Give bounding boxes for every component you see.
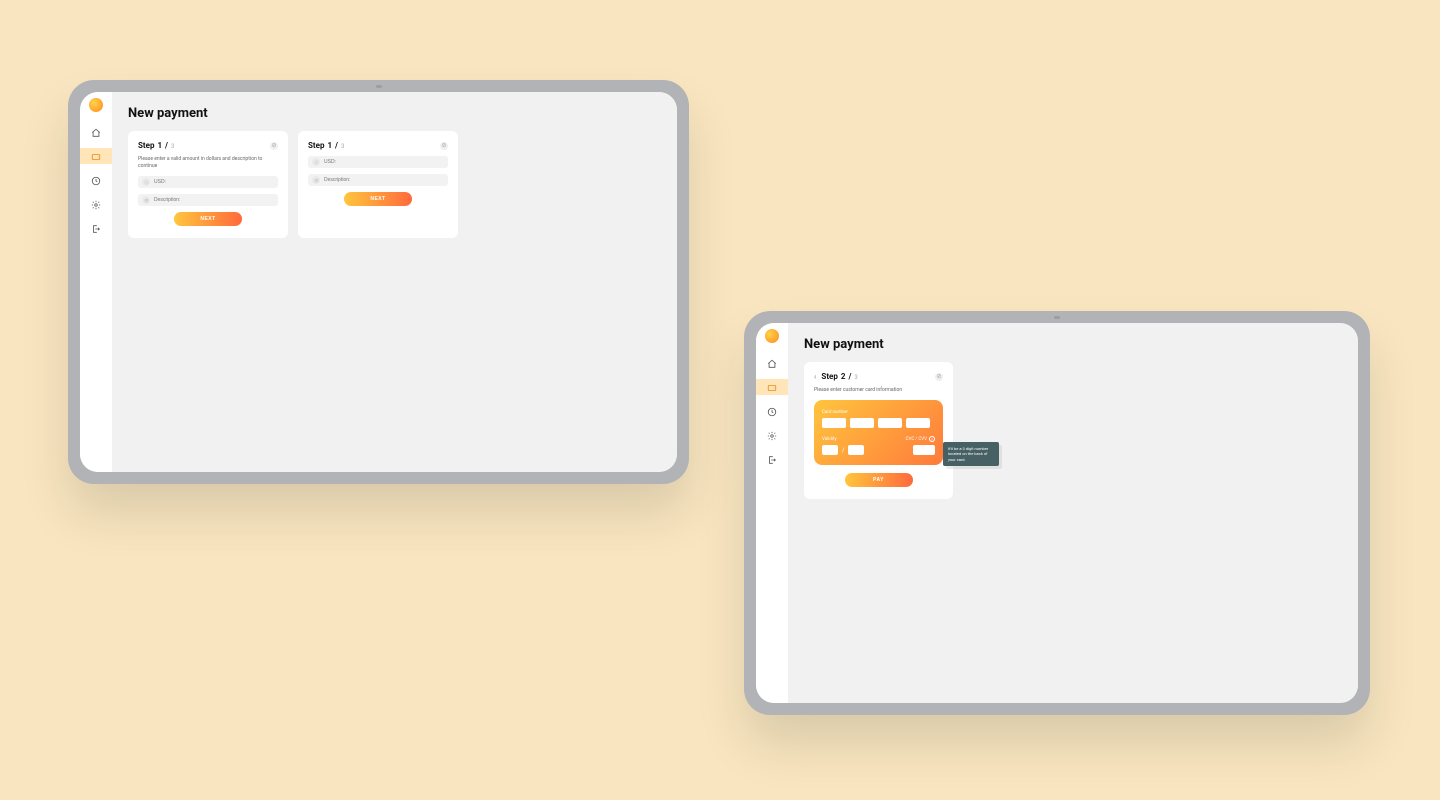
screen-a: New payment Step 1 / 3 ⊘ Please enter a … <box>80 92 677 472</box>
page-title: New payment <box>128 106 661 121</box>
wallet-icon <box>91 147 101 166</box>
sidebar <box>80 92 112 472</box>
sidebar-item-logout[interactable] <box>756 451 788 467</box>
step-current: 1 <box>327 141 332 150</box>
step2-instruction: Please enter customer card information <box>814 387 943 394</box>
cvc-tooltip: It'll be a 3 digit number located on the… <box>943 442 999 466</box>
description-input[interactable] <box>324 177 444 183</box>
description-input[interactable] <box>154 197 274 203</box>
cvc-input[interactable] <box>913 445 935 455</box>
sidebar-item-wallet[interactable] <box>80 148 112 164</box>
content-area: New payment ‹ Step 2 / 3 ⊘ Please enter … <box>788 323 1358 703</box>
currency-icon <box>142 178 150 186</box>
description-field[interactable] <box>138 194 278 206</box>
logout-icon <box>767 450 777 469</box>
next-button[interactable]: NEXT <box>344 192 412 206</box>
cvc-help-icon[interactable]: ? <box>929 436 935 442</box>
amount-input[interactable] <box>324 159 444 165</box>
sidebar <box>756 323 788 703</box>
step-current: 2 <box>841 372 846 381</box>
note-icon <box>142 196 150 204</box>
card-number-seg-3[interactable] <box>878 418 902 428</box>
camera-dot <box>376 85 382 88</box>
clear-step-button[interactable]: ⊘ <box>440 142 448 150</box>
cvc-label: CVC / CVV <box>906 437 927 442</box>
page-title: New payment <box>804 337 1342 352</box>
step1-card-no-hint: Step 1 / 3 ⊘ <box>298 131 458 238</box>
amount-field[interactable] <box>138 176 278 188</box>
amount-field[interactable] <box>308 156 448 168</box>
card-number-seg-1[interactable] <box>822 418 846 428</box>
pay-button[interactable]: PAY <box>845 473 913 487</box>
step-divider: / <box>165 141 168 150</box>
step-total: 3 <box>341 143 344 150</box>
sidebar-item-settings[interactable] <box>756 427 788 443</box>
back-button[interactable]: ‹ <box>814 372 816 381</box>
step-total: 3 <box>854 374 857 381</box>
validity-separator: / <box>842 447 844 454</box>
step2-card: ‹ Step 2 / 3 ⊘ Please enter customer car… <box>804 362 953 499</box>
gear-icon <box>767 426 777 445</box>
credit-card-form: Card number Validity <box>814 400 943 465</box>
card-number-seg-4[interactable] <box>906 418 930 428</box>
step-label: Step <box>821 372 837 381</box>
currency-icon <box>312 158 320 166</box>
sidebar-item-settings[interactable] <box>80 196 112 212</box>
step1-instruction: Please enter a valid amount in dollars a… <box>138 156 278 170</box>
camera-dot <box>1054 316 1060 319</box>
wallet-icon <box>767 378 777 397</box>
clear-step-button[interactable]: ⊘ <box>935 373 943 381</box>
validity-label: Validity <box>822 437 864 442</box>
device-frame-b: New payment ‹ Step 2 / 3 ⊘ Please enter … <box>744 311 1370 715</box>
description-field[interactable] <box>308 174 448 186</box>
card-number-seg-2[interactable] <box>850 418 874 428</box>
note-icon <box>312 176 320 184</box>
step-current: 1 <box>157 141 162 150</box>
card-number-label: Card number <box>822 410 935 415</box>
sidebar-item-logout[interactable] <box>80 220 112 236</box>
home-icon <box>91 123 101 142</box>
sidebar-item-history[interactable] <box>80 172 112 188</box>
app-logo <box>89 98 103 112</box>
home-icon <box>767 354 777 373</box>
step-divider: / <box>848 372 851 381</box>
amount-input[interactable] <box>154 179 274 185</box>
step-label: Step <box>308 141 324 150</box>
next-button[interactable]: NEXT <box>174 212 242 226</box>
device-frame-a: New payment Step 1 / 3 ⊘ Please enter a … <box>68 80 689 484</box>
content-area: New payment Step 1 / 3 ⊘ Please enter a … <box>112 92 677 472</box>
sidebar-item-wallet[interactable] <box>756 379 788 395</box>
clear-step-button[interactable]: ⊘ <box>270 142 278 150</box>
step1-card-with-hint: Step 1 / 3 ⊘ Please enter a valid amount… <box>128 131 288 238</box>
screen-b: New payment ‹ Step 2 / 3 ⊘ Please enter … <box>756 323 1358 703</box>
gear-icon <box>91 195 101 214</box>
card-row: Step 1 / 3 ⊘ Please enter a valid amount… <box>128 131 661 238</box>
sidebar-item-history[interactable] <box>756 403 788 419</box>
validity-month-input[interactable] <box>822 445 838 455</box>
clock-icon <box>91 171 101 190</box>
app-logo <box>765 329 779 343</box>
logout-icon <box>91 219 101 238</box>
validity-year-input[interactable] <box>848 445 864 455</box>
sidebar-item-home[interactable] <box>80 124 112 140</box>
step-label: Step <box>138 141 154 150</box>
step-divider: / <box>335 141 338 150</box>
step-total: 3 <box>171 143 174 150</box>
sidebar-item-home[interactable] <box>756 355 788 371</box>
clock-icon <box>767 402 777 421</box>
